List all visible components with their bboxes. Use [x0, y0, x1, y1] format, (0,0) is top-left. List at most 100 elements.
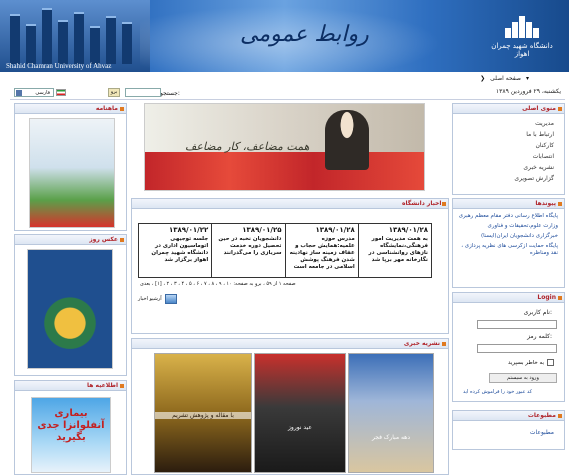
menu-item-management[interactable]: مدیریت — [535, 120, 554, 127]
photo-of-day-box: عکس روز — [14, 234, 127, 376]
poster-item[interactable]: عید نوروز — [254, 353, 346, 473]
hero-flowers — [145, 152, 424, 190]
press-box: مطبوعات مطبوعات — [452, 410, 565, 450]
logo-text: دانشگاه شهید چمران اهواز — [491, 42, 553, 58]
news-date: ۱۳۸۹/۰۱/۲۸ — [315, 226, 355, 234]
magazine-cover[interactable] — [29, 118, 115, 228]
search-input[interactable] — [125, 88, 161, 97]
link-leader-office[interactable]: پایگاه اطلاع رسانی دفتر مقام معظم رهبری — [458, 213, 558, 220]
menu-item-photo-report[interactable]: گزارش تصویری — [514, 175, 554, 182]
language-select[interactable]: فارسی — [14, 88, 54, 97]
bulletin-title: نشریه خبری — [403, 340, 440, 347]
poster-item[interactable]: با مقاله و پژوهش تشریم — [154, 353, 252, 473]
search-go-button[interactable]: برو — [108, 88, 120, 97]
news-item[interactable]: ۱۳۸۹/۰۱/۲۵ دانشجویان نخبه در حین تحصیل د… — [211, 224, 284, 277]
announcements-title: اطلاعیه ها — [87, 382, 118, 389]
search-label: جستجو: — [160, 90, 180, 97]
news-item[interactable]: ۱۳۸۹/۰۱/۲۸ به همت مدیریت امور فرهنگی،نما… — [357, 224, 431, 277]
language-value: فارسی — [35, 90, 50, 96]
header-bullet-icon — [120, 384, 124, 388]
links-title: پیوندها — [535, 200, 556, 207]
menu-item-staff[interactable]: کارکنان — [536, 142, 554, 149]
header-bullet-icon — [442, 202, 446, 206]
university-logo[interactable]: دانشگاه شهید چمران اهواز — [487, 14, 557, 58]
header-bullet-icon — [120, 107, 124, 111]
poster-caption: عید نوروز — [288, 424, 312, 431]
password-label: کلمه رمز: — [527, 333, 552, 340]
date-display: یکشنبه، ۲۹ فروردین ۱۳۸۹ — [495, 88, 561, 95]
bulletin-box: نشریه خبری با مقاله و پژوهش تشریم عید نو… — [131, 338, 449, 475]
hero-portrait — [325, 110, 369, 170]
links-list: پایگاه اطلاع رسانی دفتر مقام معظم رهبری … — [458, 213, 558, 257]
username-field[interactable] — [477, 320, 557, 329]
main-menu-box: منوی اصلی مدیریت ارتباط با ما کارکنان ان… — [452, 103, 565, 195]
login-header: Login — [453, 293, 564, 303]
hero-banner[interactable]: همت مضاعف، کار مضاعف — [144, 103, 425, 191]
news-grid: ۱۳۸۹/۰۱/۲۸ به همت مدیریت امور فرهنگی،نما… — [138, 223, 432, 278]
press-link[interactable]: مطبوعات — [530, 429, 554, 436]
header-bullet-icon — [558, 202, 562, 206]
header-bullet-icon — [558, 296, 562, 300]
news-headline[interactable]: مدرس حوزه علمیه:همایش حجاب و عفاف زمینه … — [289, 236, 355, 271]
login-title: Login — [537, 294, 556, 301]
announcement-text: بیماری آنفلوانزا جدی بگیرید — [37, 408, 105, 443]
forgot-password-link[interactable]: کد عبور خود را فراموش کرده اید — [463, 389, 532, 395]
bulletin-header: نشریه خبری — [132, 339, 448, 349]
header-bullet-icon — [558, 107, 562, 111]
news-header: اخبار دانشگاه — [132, 199, 448, 209]
news-pager[interactable]: صفحه ۱ از ۵۹ ، برو به صفحه: ۱۰ ، ۹ ، ۸ ،… — [140, 281, 430, 287]
news-headline[interactable]: به همت مدیریت امور فرهنگی،نمایشگاه نازها… — [362, 236, 428, 264]
university-english-name: Shahid Chamran University of Ahvaz — [6, 62, 112, 70]
news-title: اخبار دانشگاه — [402, 200, 442, 207]
university-news-box: اخبار دانشگاه ۱۳۸۹/۰۱/۲۸ به همت مدیریت ا… — [131, 198, 449, 334]
remember-checkbox[interactable] — [547, 359, 554, 366]
news-item[interactable]: ۱۳۸۹/۰۱/۲۲ جلسه توجیهی اتوماسیون اداری د… — [139, 224, 211, 277]
news-item[interactable]: ۱۳۸۹/۰۱/۲۸ مدرس حوزه علمیه:همایش حجاب و … — [284, 224, 358, 277]
menu-item-bulletin[interactable]: نشریه خبری — [523, 164, 554, 171]
announcements-box: اطلاعیه ها بیماری آنفلوانزا جدی بگیرید — [14, 380, 127, 475]
link-theory-chairs[interactable]: پایگاه حمایت ازکرسی های نظریه پردازی ، ن… — [458, 243, 558, 257]
remember-label: به خاطر بسپرید — [507, 359, 544, 366]
breadcrumb-home[interactable]: صفحه اصلی — [490, 75, 521, 82]
news-date: ۱۳۸۹/۰۱/۲۸ — [388, 226, 428, 234]
hero-text: همت مضاعف، کار مضاعف — [185, 140, 310, 153]
news-headline[interactable]: دانشجویان نخبه در حین تحصیل دوره خدمت سر… — [215, 236, 281, 257]
banner-title: روابط عمومی — [240, 22, 369, 47]
announcement-banner[interactable]: بیماری آنفلوانزا جدی بگیرید — [31, 397, 111, 473]
photo-header: عکس روز — [15, 235, 126, 245]
dropdown-arrow-icon — [16, 90, 22, 96]
photo-of-day-image[interactable] — [27, 249, 113, 369]
links-box: پیوندها پایگاه اطلاع رسانی دفتر مقام معظ… — [452, 198, 565, 288]
poster-caption: با مقاله و پژوهش تشریم — [155, 412, 251, 419]
logo-mark-icon — [505, 14, 539, 38]
login-button[interactable]: ورود به سیستم — [489, 373, 557, 383]
link-ministry-science[interactable]: وزارت علوم،تحقیقات و فناوری — [458, 223, 558, 230]
iran-flag-icon — [56, 89, 66, 96]
header-bullet-icon — [558, 414, 562, 418]
password-field[interactable] — [477, 344, 557, 353]
archive-icon — [164, 294, 177, 304]
press-header: مطبوعات — [453, 411, 564, 421]
menu-item-contact[interactable]: ارتباط با ما — [526, 131, 554, 138]
news-headline[interactable]: جلسه توجیهی اتوماسیون اداری در دانشگاه ش… — [142, 236, 208, 264]
bulletin-posters: با مقاله و پژوهش تشریم عید نوروز دهه مبا… — [154, 353, 434, 473]
announcements-header: اطلاعیه ها — [15, 381, 126, 391]
site-banner: روابط عمومی Shahid Chamran University of… — [0, 0, 569, 72]
magazine-header: ماهنامه — [15, 104, 126, 114]
poster-item[interactable]: دهه مبارک فجر — [348, 353, 434, 473]
chevron-left-icon[interactable]: ❯ — [480, 75, 485, 82]
press-title: مطبوعات — [527, 412, 556, 419]
login-box: Login نام کاربری: کلمه رمز: به خاطر بسپر… — [452, 292, 565, 402]
news-date: ۱۳۸۹/۰۱/۲۵ — [242, 226, 282, 234]
main-menu-header: منوی اصلی — [453, 104, 564, 114]
header-bullet-icon — [442, 342, 446, 346]
news-archive-link[interactable]: آرشیو اخبار — [138, 294, 177, 304]
header-divider — [10, 99, 565, 100]
remember-row: به خاطر بسپرید — [508, 359, 554, 366]
poster-caption: دهه مبارک فجر — [371, 434, 411, 441]
link-isna[interactable]: خبرگزاری دانشجویان ایران(ایسنا) — [458, 233, 558, 240]
header-bullet-icon — [120, 238, 124, 242]
main-menu-title: منوی اصلی — [522, 105, 556, 112]
menu-item-appointments[interactable]: انتصابات — [533, 153, 554, 160]
news-archive-label[interactable]: آرشیو اخبار — [138, 296, 162, 302]
